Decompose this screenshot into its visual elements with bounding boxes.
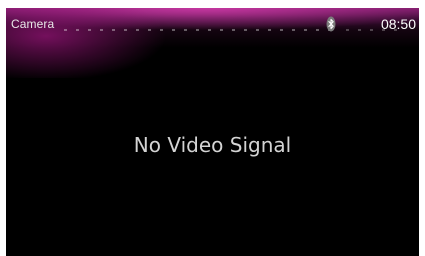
camera-screen: Camera 08:50 No Video Signal	[6, 8, 419, 256]
status-bar: Camera 08:50	[6, 8, 419, 38]
bluetooth-icon	[326, 16, 336, 32]
clock-time: 08:50	[380, 16, 416, 32]
no-signal-message: No Video Signal	[133, 133, 292, 157]
page-title: Camera	[11, 17, 55, 31]
status-divider	[64, 29, 335, 31]
